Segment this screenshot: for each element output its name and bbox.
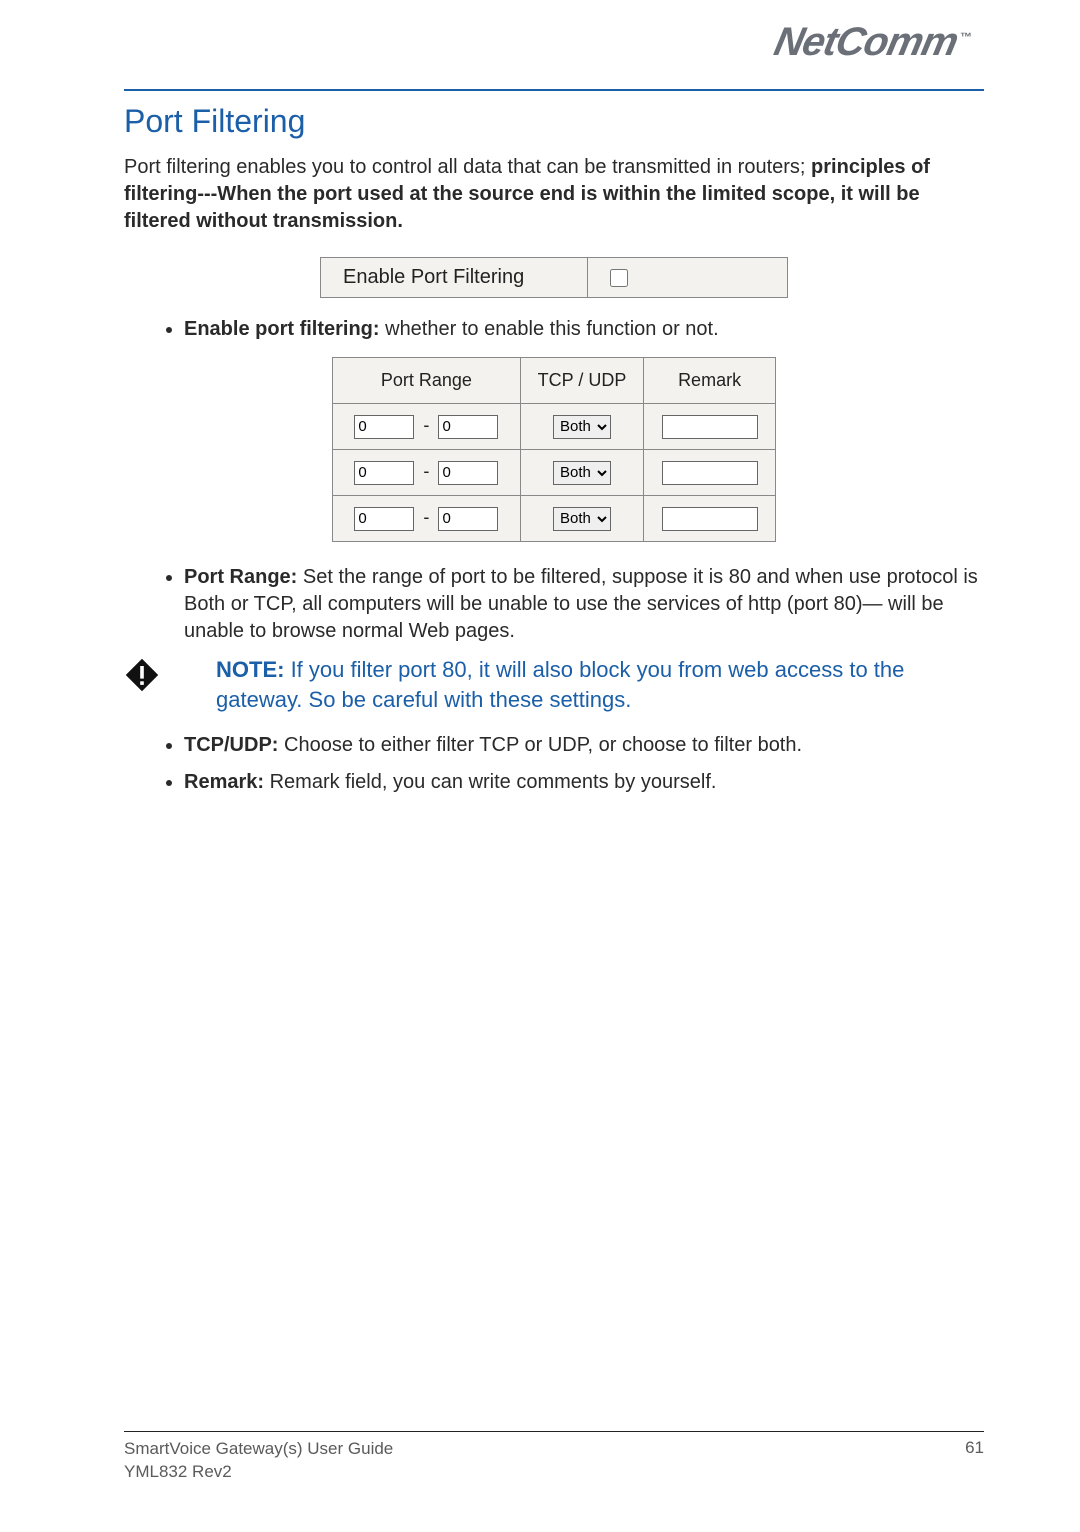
bullet-remark: Remark: Remark field, you can write comm… (184, 769, 984, 796)
enable-label-cell: Enable Port Filtering (321, 258, 588, 298)
table-header-row: Port Range TCP / UDP Remark (333, 358, 776, 404)
intro-lead: Port filtering enables you to control al… (124, 156, 811, 178)
brand-tm: ™ (960, 30, 971, 44)
table-row: - Both TCP UDP (333, 450, 776, 496)
proto-cell: Both TCP UDP (520, 450, 643, 496)
note-text: NOTE: If you filter port 80, it will als… (164, 655, 984, 714)
footer-line2: YML832 Rev2 (124, 1461, 393, 1484)
bullet-port-range-label: Port Range: (184, 566, 297, 588)
range-separator: - (419, 415, 433, 436)
footer: SmartVoice Gateway(s) User Guide YML832 … (124, 1431, 984, 1484)
port-from-input[interactable] (354, 507, 414, 531)
page-title: Port Filtering (124, 103, 984, 140)
range-cell: - (333, 450, 521, 496)
remark-cell (644, 496, 776, 542)
col-header-remark: Remark (644, 358, 776, 404)
port-from-input[interactable] (354, 415, 414, 439)
footer-line1: SmartVoice Gateway(s) User Guide (124, 1438, 393, 1461)
bullet-port-range: Port Range: Set the range of port to be … (184, 564, 984, 645)
enable-port-filtering-checkbox[interactable] (610, 269, 628, 287)
note-row: NOTE: If you filter port 80, it will als… (124, 655, 984, 714)
bullet-list-2: Port Range: Set the range of port to be … (124, 564, 984, 645)
table-row: - Both TCP UDP (333, 496, 776, 542)
bullet-remark-label: Remark: (184, 771, 264, 793)
bullet-tcpudp-text: Choose to either filter TCP or UDP, or c… (278, 734, 802, 756)
note-body: If you filter port 80, it will also bloc… (216, 657, 904, 712)
enable-checkbox-cell (588, 258, 788, 298)
remark-input[interactable] (662, 461, 758, 485)
protocol-select[interactable]: Both TCP UDP (553, 461, 611, 485)
port-filter-table: Port Range TCP / UDP Remark - Both TCP (332, 357, 776, 542)
bullet-enable-text: whether to enable this function or not. (380, 318, 719, 340)
brand-name: NetComm (771, 20, 962, 64)
port-to-input[interactable] (438, 507, 498, 531)
page-number: 61 (965, 1438, 984, 1458)
bullet-port-range-text: Set the range of port to be filtered, su… (184, 566, 978, 642)
port-to-input[interactable] (438, 415, 498, 439)
range-cell: - (333, 404, 521, 450)
bullet-enable-label: Enable port filtering: (184, 318, 380, 340)
brand-logo: NetComm™ (770, 20, 974, 65)
proto-cell: Both TCP UDP (520, 404, 643, 450)
table-row: - Both TCP UDP (333, 404, 776, 450)
page: NetComm™ Port Filtering Port filtering e… (0, 0, 1080, 1532)
content: Port Filtering Port filtering enables yo… (124, 91, 984, 796)
enable-label: Enable Port Filtering (343, 266, 524, 288)
protocol-select[interactable]: Both TCP UDP (553, 415, 611, 439)
remark-cell (644, 404, 776, 450)
bullet-list-3: TCP/UDP: Choose to either filter TCP or … (124, 732, 984, 796)
col-header-proto: TCP / UDP (520, 358, 643, 404)
port-to-input[interactable] (438, 461, 498, 485)
range-separator: - (419, 507, 433, 528)
range-cell: - (333, 496, 521, 542)
footer-left: SmartVoice Gateway(s) User Guide YML832 … (124, 1438, 393, 1484)
remark-cell (644, 450, 776, 496)
bullet-remark-text: Remark field, you can write comments by … (264, 771, 716, 793)
bullet-list-1: Enable port filtering: whether to enable… (124, 316, 984, 343)
remark-input[interactable] (662, 415, 758, 439)
protocol-select[interactable]: Both TCP UDP (553, 507, 611, 531)
alert-icon (124, 657, 164, 698)
bullet-tcpudp: TCP/UDP: Choose to either filter TCP or … (184, 732, 984, 759)
proto-cell: Both TCP UDP (520, 496, 643, 542)
intro-paragraph: Port filtering enables you to control al… (124, 154, 984, 235)
grid-figure: Port Range TCP / UDP Remark - Both TCP (332, 357, 776, 542)
bullet-tcpudp-label: TCP/UDP: (184, 734, 278, 756)
enable-table: Enable Port Filtering (320, 257, 788, 298)
bullet-enable: Enable port filtering: whether to enable… (184, 316, 984, 343)
note-label: NOTE: (216, 657, 284, 682)
col-header-range: Port Range (333, 358, 521, 404)
remark-input[interactable] (662, 507, 758, 531)
range-separator: - (419, 461, 433, 482)
port-from-input[interactable] (354, 461, 414, 485)
enable-figure: Enable Port Filtering (320, 257, 788, 298)
